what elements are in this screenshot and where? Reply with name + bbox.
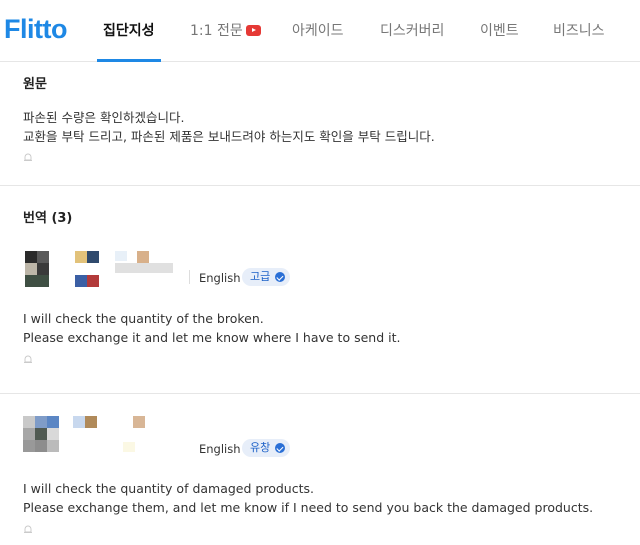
tab-one-on-one-expert[interactable]: 1:1 전문 [190,20,261,40]
translation-line-2: Please exchange it and let me know where… [23,330,401,345]
verified-check-icon [275,443,286,453]
original-title: 원문 [23,77,47,92]
alarm-icon[interactable] [23,524,33,534]
tab-event[interactable]: 이벤트 [480,20,519,40]
alarm-icon[interactable] [23,152,33,162]
tab-arcade[interactable]: 아케이드 [292,20,344,40]
original-line-2: 교환을 부탁 드리고, 파손된 제품은 보내드려야 하는지도 확인을 부탁 드립… [23,129,435,144]
translation-line-1: I will check the quantity of the broken. [23,311,264,326]
active-tab-indicator [97,59,161,62]
original-line-1: 파손된 수량은 확인하겠습니다. [23,110,185,125]
translator-level-badge: 유창 [242,439,291,457]
youtube-icon [245,25,261,36]
alarm-icon[interactable] [23,354,33,364]
translator-level-badge: 고급 [242,268,291,286]
flitto-logo[interactable]: Flitto [4,14,67,45]
original-section: 원문 파손된 수량은 확인하겠습니다. 교환을 부탁 드리고, 파손된 제품은 … [0,63,640,186]
translator-avatar[interactable] [23,249,178,289]
translations-title: 번역 (3) [23,211,73,226]
translator-avatar[interactable] [23,416,163,456]
translation-section: 번역 (3) English 고급 I will check the quant… [0,186,640,394]
translation-language: English [199,271,241,285]
tab-one-on-one-label: 1:1 전문 [190,23,243,39]
tab-collective-intelligence[interactable]: 집단지성 [103,20,155,40]
verified-check-icon [275,272,286,282]
tab-business[interactable]: 비즈니스 [553,20,605,40]
translator-level-label: 고급 [250,270,271,283]
translation-line-1: I will check the quantity of damaged pro… [23,481,314,496]
tab-discovery[interactable]: 디스커버리 [380,20,444,40]
translation-item-2: English 유창 I will check the quantity of … [0,394,640,545]
translation-line-2: Please exchange them, and let me know if… [23,500,594,515]
translation-language: English [199,442,241,456]
divider [189,270,190,284]
top-navigation: Flitto 집단지성 1:1 전문 아케이드 디스커버리 이벤트 비즈니스 [0,0,640,62]
translator-level-label: 유창 [250,441,271,454]
